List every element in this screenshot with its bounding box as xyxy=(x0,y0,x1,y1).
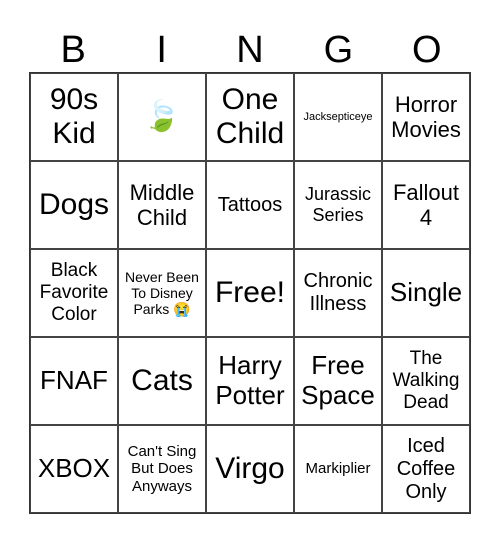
header-letter: O xyxy=(412,29,442,71)
bingo-cell[interactable]: Dogs xyxy=(30,161,118,249)
bingo-cell[interactable]: Jacksepticeye xyxy=(294,73,382,161)
header-letter: I xyxy=(156,29,167,71)
header-letter: B xyxy=(60,29,86,71)
bingo-cell[interactable]: Black Favorite Color xyxy=(30,249,118,337)
bingo-cell[interactable]: Chronic Illness xyxy=(294,249,382,337)
bingo-header: B I N G O xyxy=(29,28,471,72)
bingo-cell[interactable]: XBOX xyxy=(30,425,118,513)
bingo-cell[interactable]: Middle Child xyxy=(118,161,206,249)
bingo-cell[interactable]: 90s Kid xyxy=(30,73,118,161)
bingo-cell[interactable]: Iced Coffee Only xyxy=(382,425,470,513)
bingo-cell[interactable]: Tattoos xyxy=(206,161,294,249)
bingo-cell[interactable]: One Child xyxy=(206,73,294,161)
bingo-cell[interactable]: Markiplier xyxy=(294,425,382,513)
bingo-cell[interactable]: Harry Potter xyxy=(206,337,294,425)
bingo-cell[interactable]: Jurassic Series xyxy=(294,161,382,249)
bingo-cell[interactable]: Single xyxy=(382,249,470,337)
bingo-cell[interactable]: Never Been To Disney Parks 😭 xyxy=(118,249,206,337)
bingo-cell[interactable]: Horror Movies xyxy=(382,73,470,161)
bingo-cell[interactable]: 🍃 xyxy=(118,73,206,161)
bingo-cell[interactable]: Can't Sing But Does Anyways xyxy=(118,425,206,513)
bingo-cell[interactable]: Virgo xyxy=(206,425,294,513)
bingo-cell[interactable]: Fallout 4 xyxy=(382,161,470,249)
bingo-board: 90s Kid 🍃 One Child Jacksepticeye Horror Mov… xyxy=(29,72,471,514)
bingo-cell[interactable]: Cats xyxy=(118,337,206,425)
bingo-cell[interactable]: The Walking Dead xyxy=(382,337,470,425)
header-letter: N xyxy=(236,29,264,71)
bingo-cell[interactable]: Free! xyxy=(206,249,294,337)
bingo-cell[interactable]: Free Space xyxy=(294,337,382,425)
bingo-cell[interactable]: FNAF xyxy=(30,337,118,425)
header-letter: G xyxy=(323,29,354,71)
